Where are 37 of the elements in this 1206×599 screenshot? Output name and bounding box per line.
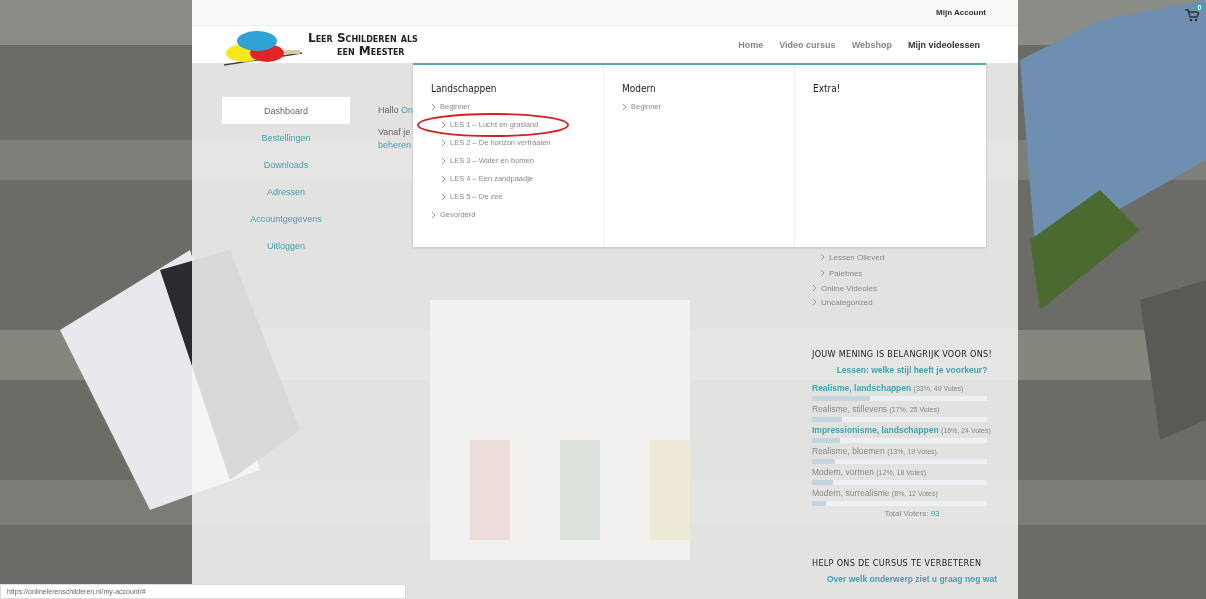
user-link[interactable]: On [401,105,414,115]
poll-heading: JOUW MENING IS BELANGRIJK VOOR ONS! [812,349,993,359]
chevron-icon [441,157,446,165]
nav-link[interactable]: Webshop [851,39,892,50]
chevron-icon [441,121,446,129]
category-link[interactable]: Lessen Olievert [829,252,885,262]
account-menu-item[interactable]: Downloads [222,151,350,178]
help-question: Over welk onderwerp ziet u graag nog wat [825,574,998,584]
manage-link[interactable]: beheren [378,140,412,150]
account-menu-item[interactable]: Accountgegevens [222,205,350,232]
greeting-text: Hallo [378,105,399,115]
nav-link[interactable]: Video cursus [779,39,836,50]
chevron-icon [622,103,627,111]
nav-link[interactable]: Home [738,39,764,50]
total-voters: Total Voters: 93 [883,509,941,518]
help-heading: HELP ONS DE CURSUS TE VERBETEREN [812,558,983,568]
menu-column-title: Landschappen [431,83,497,94]
nav-link[interactable]: Mijn videolessen [907,39,980,50]
category-link[interactable]: Paletmes [829,268,863,278]
account-menu-item[interactable]: Bestellingen [222,124,350,151]
chevron-icon [431,103,436,111]
category-link[interactable]: Online Videoles [821,283,877,293]
menu-column-title: Extra! [813,83,841,94]
chevron-icon [431,211,436,219]
account-menu-item[interactable]: Dashboard [222,97,350,124]
chevron-icon [441,139,446,147]
account-menu-item[interactable]: Uitloggen [222,232,350,259]
intro-text: Vanaf je [378,127,411,137]
account-menu-item[interactable]: Adressen [222,178,350,205]
logo-text[interactable]: Leer Schilderen als een Meester [308,31,418,58]
menu-column-title: Modern [622,83,656,94]
chevron-icon [441,193,446,201]
category-link[interactable]: Uncategorized [821,297,873,307]
account-link[interactable]: Mijn Account [936,8,986,17]
cart-icon[interactable] [1185,9,1199,22]
chevron-icon [441,175,446,183]
poll-question: Lessen: welke stijl heeft je voorkeur? [835,365,989,375]
